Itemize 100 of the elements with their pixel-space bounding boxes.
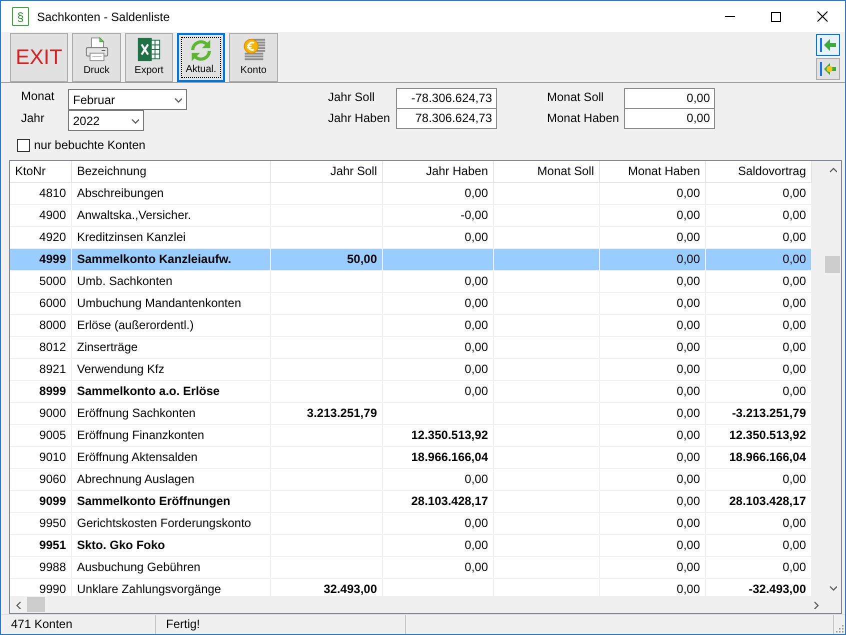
chevron-right-icon [812,600,820,608]
table-cell: 0,00 [706,227,812,248]
table-row[interactable]: 9010 Eröffnung Aktensalden 18.966.166,04 0,00 18.966.166,04 [10,447,812,469]
table-cell: 9951 [10,535,72,556]
table-row[interactable]: 9005 Eröffnung Finanzkonten 12.350.513,92 0,00 12.350.513,92 [10,425,812,447]
account-button[interactable]: Konto [229,33,278,82]
refresh-button[interactable]: Aktual. [177,33,225,82]
table-row[interactable]: 4920 Kreditzinsen Kanzlei 0,00 0,00 0,00 [10,227,812,249]
chevron-down-icon [174,96,182,104]
total-label: Monat Haben [547,110,620,127]
table-row[interactable]: 9000 Eröffnung Sachkonten 3.213.251,79 0,00 -3.213.251,79 [10,403,812,425]
table-row[interactable]: 4810 Abschreibungen 0,00 0,00 0,00 [10,183,812,205]
table-row[interactable]: 4999 Sammelkonto Kanzleiaufw. 50,00 0,00 0,00 [10,249,812,271]
table-row[interactable]: 9990 Unklare Zahlungsvorgänge 32.493,00 0,00 -32.493,00 [10,579,812,596]
table-row[interactable]: 8012 Zinserträge 0,00 0,00 0,00 [10,337,812,359]
table-row[interactable]: 8000 Erlöse (außerordentl.) 0,00 0,00 0,00 [10,315,812,337]
table-cell: 0,00 [600,249,706,270]
exit-button[interactable]: EXIT [10,33,68,82]
total-field[interactable]: 78.306.624,73 [396,109,497,129]
column-header[interactable]: Jahr Haben [383,161,494,182]
column-header[interactable]: KtoNr [10,161,72,182]
status-text: Fertig! [156,615,406,634]
table-cell: Zinserträge [72,337,271,358]
table-cell: 0,00 [383,271,494,292]
table-cell: 0,00 [706,337,812,358]
table-cell: -0,00 [383,205,494,226]
nav-button[interactable] [816,58,840,80]
table-cell: 4920 [10,227,72,248]
table-cell: 0,00 [706,249,812,270]
table-cell: 0,00 [383,535,494,556]
table-cell: 0,00 [600,315,706,336]
table-cell: 12.350.513,92 [706,425,812,446]
total-field[interactable]: 0,00 [624,88,715,109]
table-cell: 28.103.428,17 [706,491,812,512]
chevron-down-icon [828,584,836,592]
column-header[interactable]: Saldovortrag [706,161,812,182]
table-row[interactable]: 4900 Anwaltska.,Versicher. -0,00 0,00 0,00 [10,205,812,227]
month-select[interactable]: Februar [68,89,187,110]
print-button[interactable]: Druck [72,33,121,82]
table-cell: Verwendung Kfz [72,359,271,380]
table-cell: Umb. Sachkonten [72,271,271,292]
table-cell: 0,00 [600,469,706,490]
resize-grip-icon [834,623,844,633]
table-cell: 6000 [10,293,72,314]
scrollbar-thumb[interactable] [27,597,45,612]
close-icon [816,11,828,22]
table-cell: 0,00 [706,183,812,204]
checkbox[interactable] [17,138,30,152]
table-row[interactable]: 9951 Skto. Gko Foko 0,00 0,00 0,00 [10,535,812,557]
table-cell: Sammelkonto Kanzleiaufw. [72,249,271,270]
arrow-left-bar-icon [819,37,837,53]
table-cell: 18.966.166,04 [383,447,494,468]
checkbox-label[interactable]: nur bebuchte Konten [34,138,146,152]
table-row[interactable]: 9099 Sammelkonto Eröffnungen 28.103.428,17 0,00 28.103.428,17 [10,491,812,513]
table-cell: 28.103.428,17 [383,491,494,512]
table-cell: 12.350.513,92 [383,425,494,446]
year-select[interactable]: 2022 [68,110,144,131]
table-cell: Sammelkonto a.o. Erlöse [72,381,271,402]
table-row[interactable]: 8999 Sammelkonto a.o. Erlöse 0,00 0,00 0,00 [10,381,812,403]
table-cell: 9000 [10,403,72,424]
window-title: Sachkonten - Saldenliste [37,10,170,24]
column-header[interactable]: Monat Soll [494,161,600,182]
export-button[interactable]: Export [125,33,173,82]
table-cell: 0,00 [706,205,812,226]
table-row[interactable]: 9988 Ausbuchung Gebühren 0,00 0,00 0,00 [10,557,812,579]
table-cell: Gerichtskosten Forderungskonto [72,513,271,534]
table-cell: 8999 [10,381,72,402]
table-cell: 0,00 [706,469,812,490]
arrow-left-dot-icon [819,61,837,77]
scrollbar-thumb[interactable] [825,256,840,273]
table-row[interactable]: 6000 Umbuchung Mandantenkonten 0,00 0,00 0,00 [10,293,812,315]
table-cell: 4999 [10,249,72,270]
table-cell: 0,00 [600,205,706,226]
table-cell: Kreditzinsen Kanzlei [72,227,271,248]
column-header[interactable]: Bezeichnung [72,161,271,182]
total-field[interactable]: -78.306.624,73 [396,88,497,109]
spreadsheet-icon [136,37,162,62]
table-row[interactable]: 8921 Verwendung Kfz 0,00 0,00 0,00 [10,359,812,381]
table-row[interactable]: 5000 Umb. Sachkonten 0,00 0,00 0,00 [10,271,812,293]
table-cell: 0,00 [706,381,812,402]
year-label: Jahr [20,110,44,127]
table-cell: 8012 [10,337,72,358]
table-cell: Abschreibungen [72,183,271,204]
table-cell: 5000 [10,271,72,292]
table-cell: 0,00 [383,469,494,490]
table-cell: 0,00 [706,535,812,556]
total-field[interactable]: 0,00 [624,109,715,129]
total-label: Monat Soll [547,89,604,106]
column-header[interactable]: Monat Haben [600,161,706,182]
table-cell: 0,00 [706,293,812,314]
table-cell: 9950 [10,513,72,534]
column-header[interactable]: Jahr Soll [271,161,383,182]
table-cell: 0,00 [600,337,706,358]
table-cell: 9988 [10,557,72,578]
total-label: Jahr Haben [328,110,390,127]
table-row[interactable]: 9950 Gerichtskosten Forderungskonto 0,00 0,00 0,00 [10,513,812,535]
nav-button[interactable] [816,34,840,56]
table-cell: 50,00 [271,249,383,270]
maximize-icon [771,12,781,22]
table-row[interactable]: 9060 Abrechnung Auslagen 0,00 0,00 0,00 [10,469,812,491]
